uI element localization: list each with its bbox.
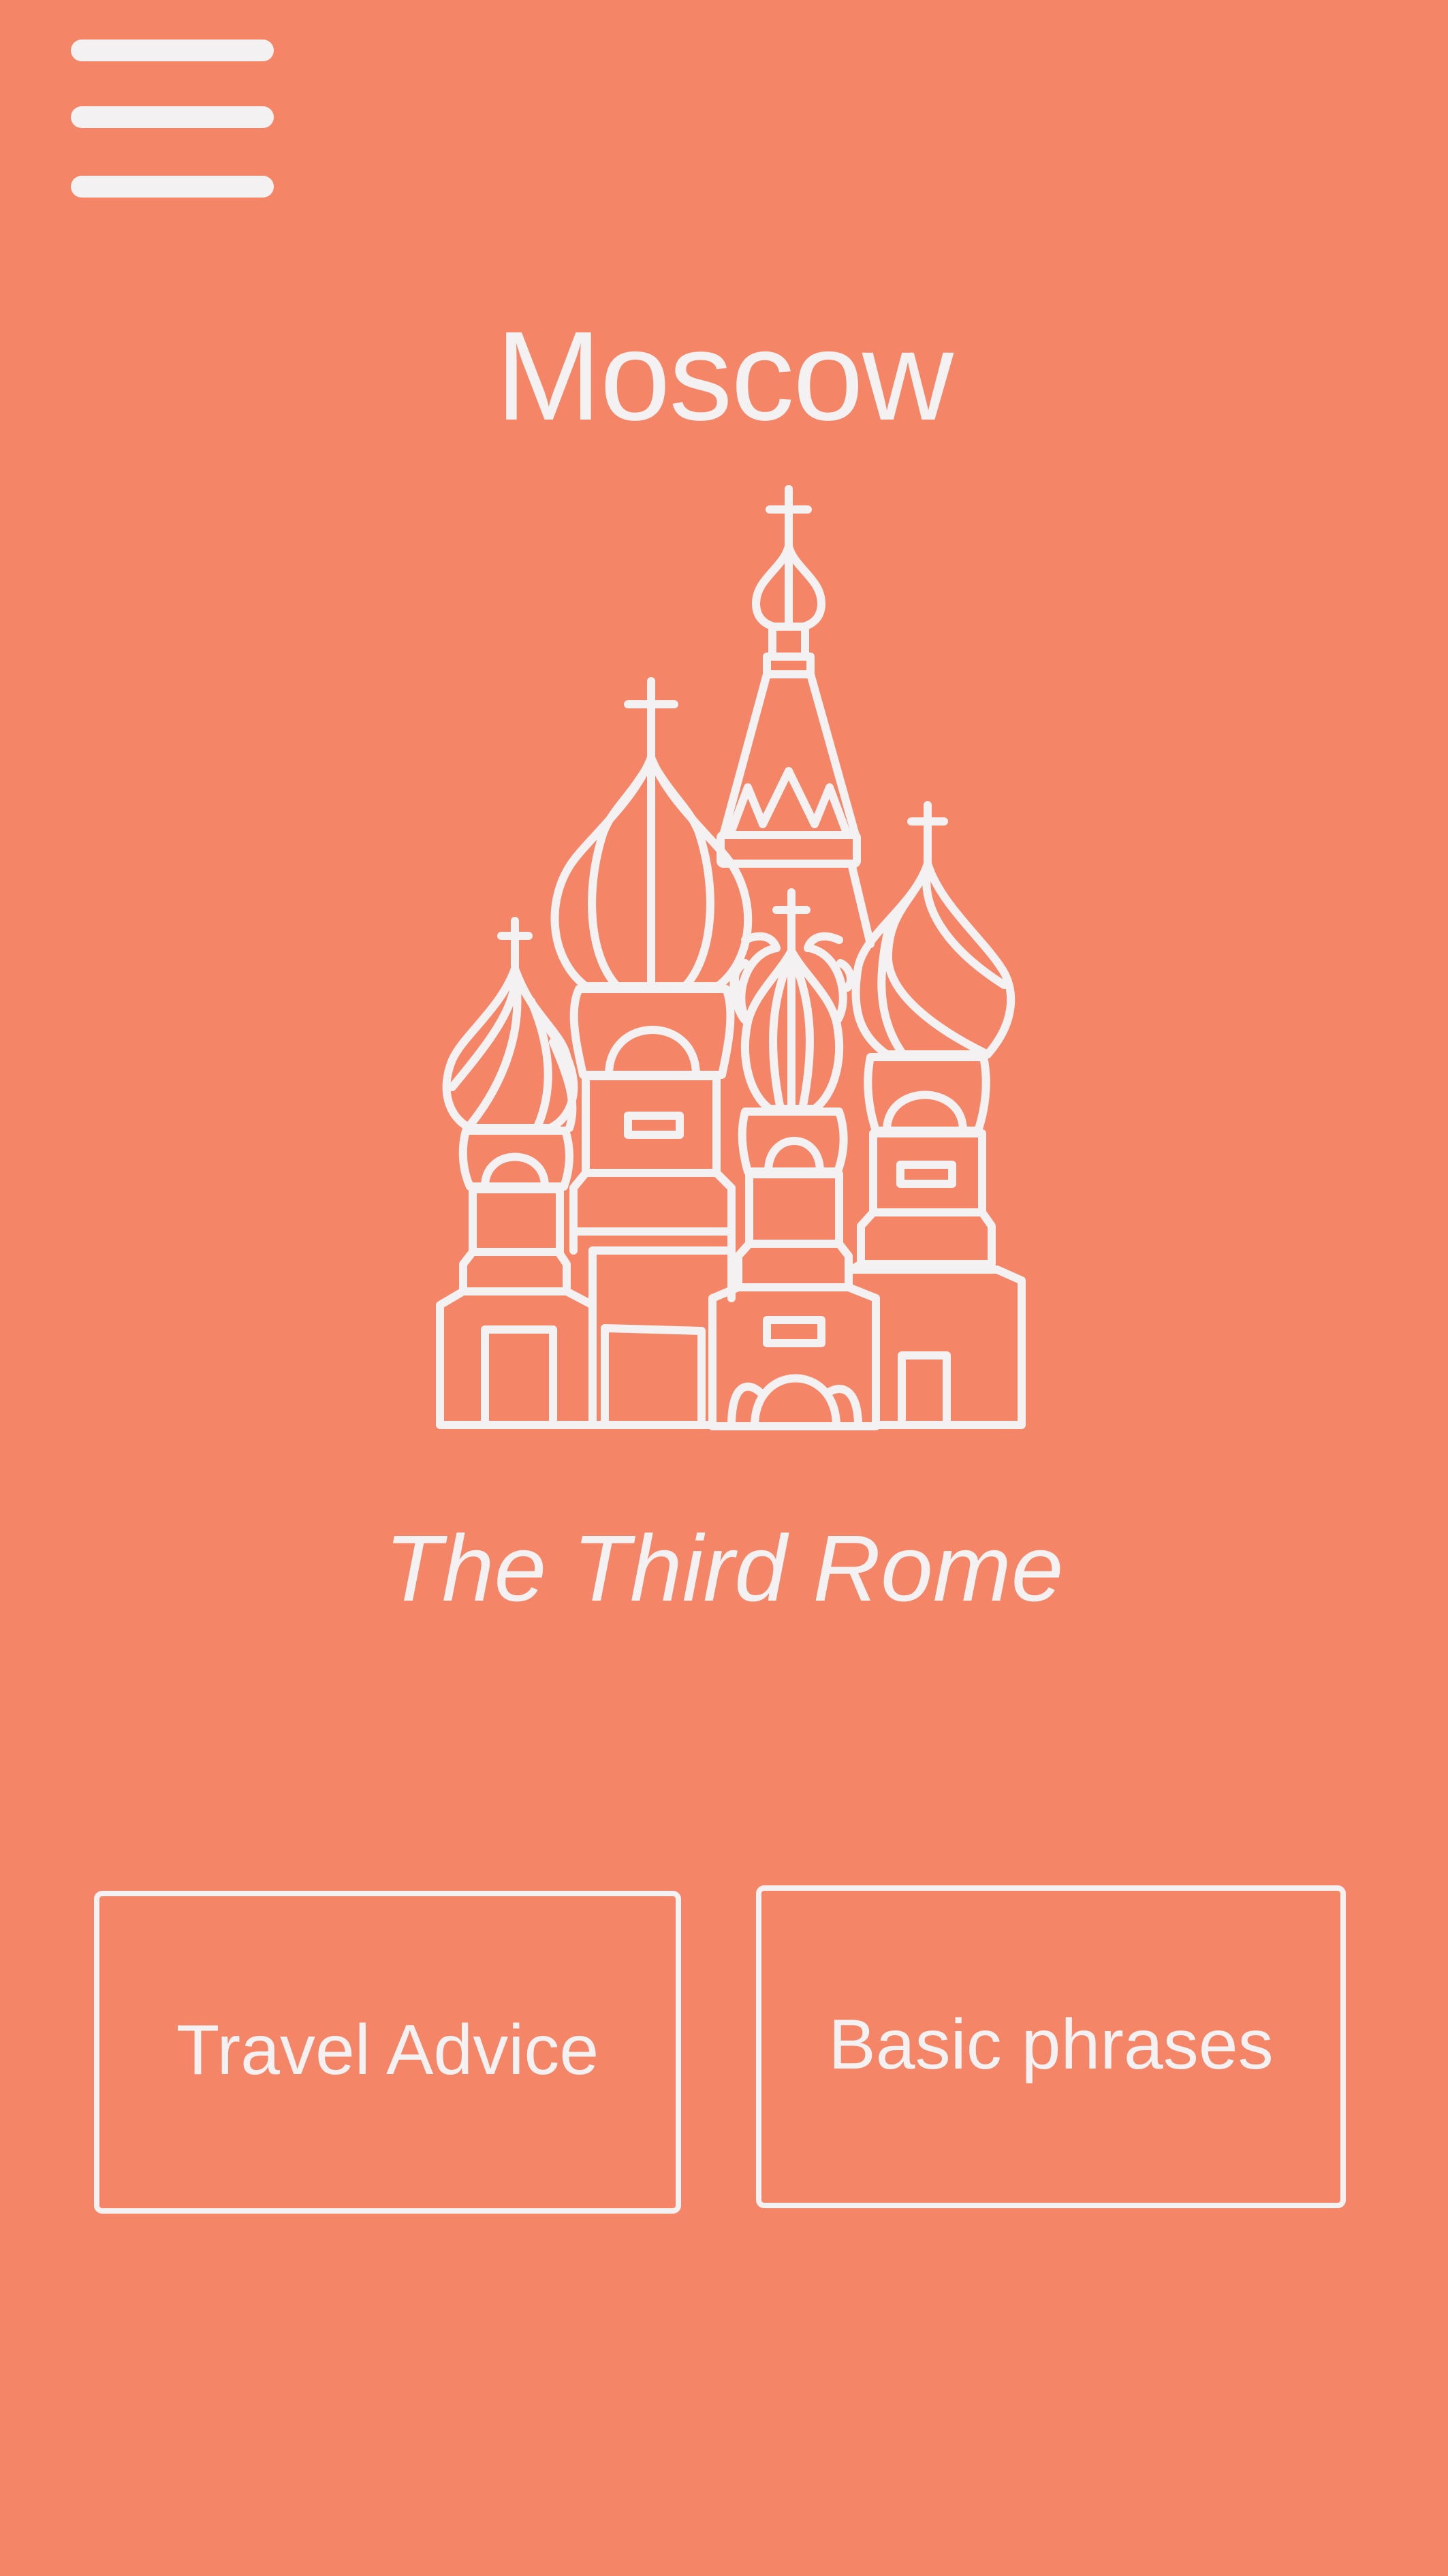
hamburger-menu-icon-line-bottom bbox=[71, 176, 274, 198]
tagline: The Third Rome bbox=[384, 1516, 1064, 1621]
page-title: Moscow bbox=[495, 306, 954, 447]
menu-button[interactable] bbox=[67, 35, 278, 206]
travel-advice-label: Travel Advice bbox=[176, 2010, 599, 2090]
hamburger-menu-icon-line-top bbox=[71, 40, 274, 61]
basic-phrases-button[interactable]: Basic phrases bbox=[756, 1885, 1346, 2208]
hamburger-menu-icon-line-middle bbox=[71, 106, 274, 128]
basic-phrases-label: Basic phrases bbox=[828, 2005, 1274, 2084]
travel-advice-button[interactable]: Travel Advice bbox=[94, 1891, 681, 2214]
